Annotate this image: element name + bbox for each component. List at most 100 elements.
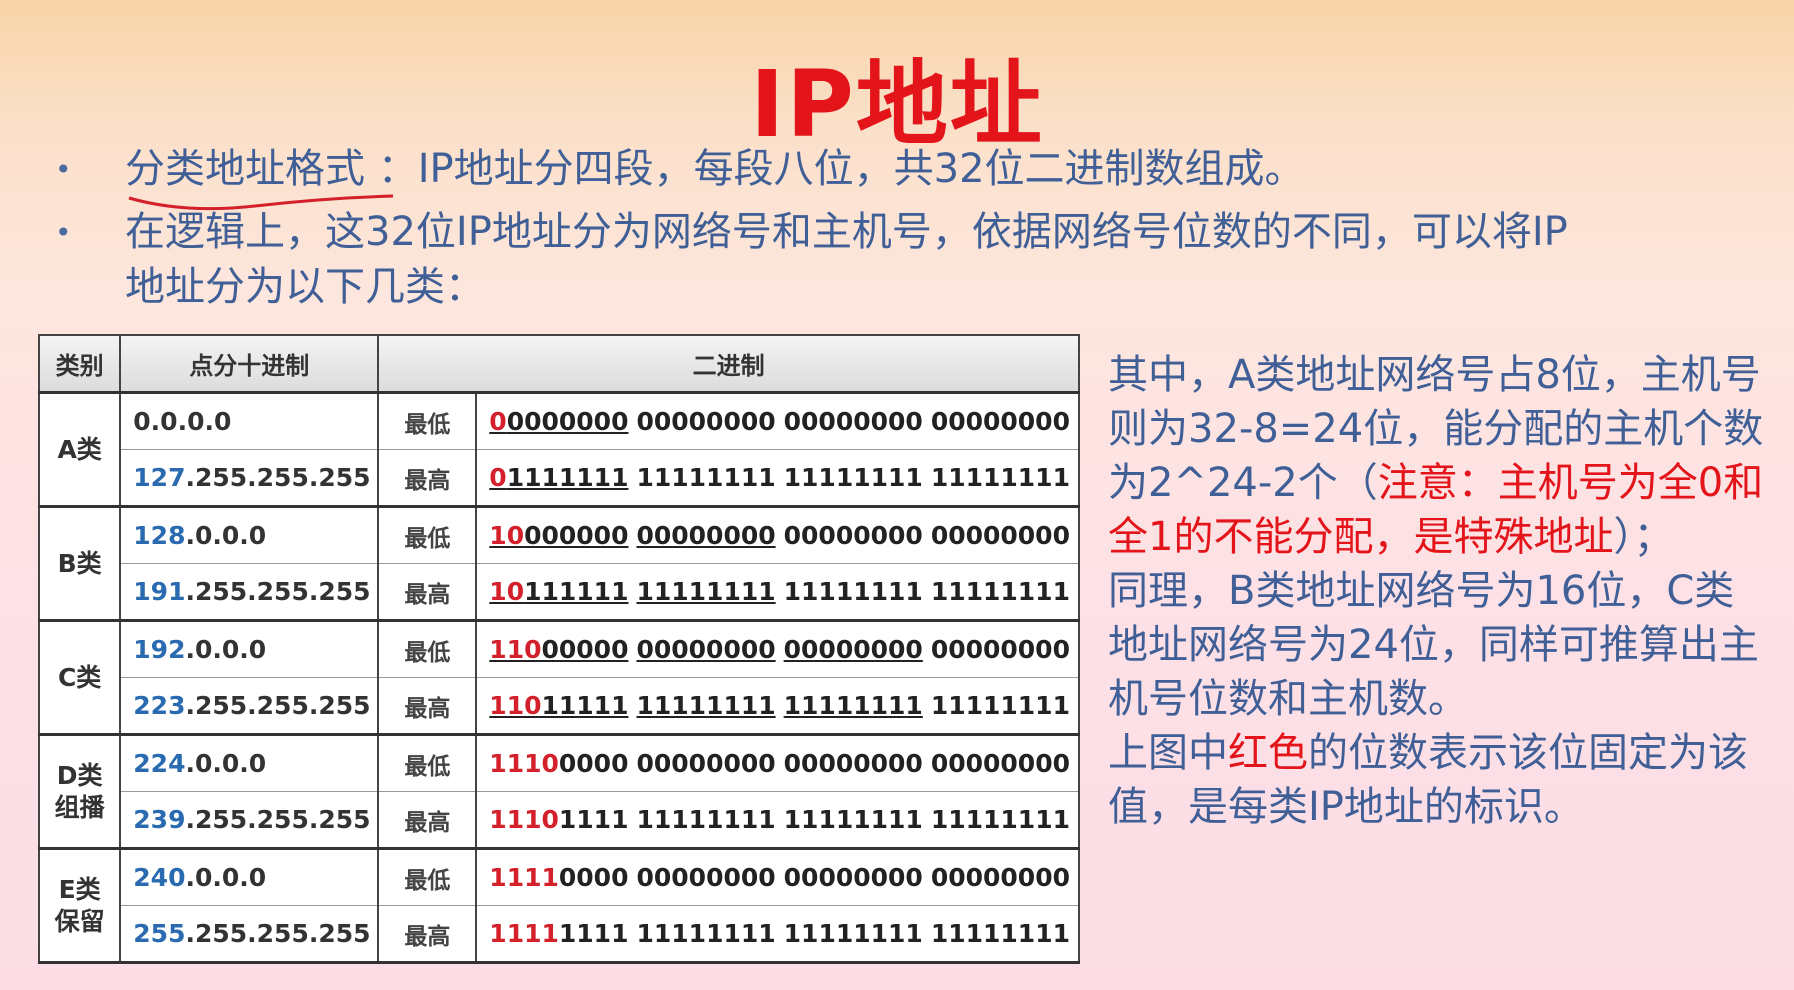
bullet-item-format: • 分类地址格式 ：IP地址分四段，每段八位，共32位二进制数组成。: [55, 142, 1755, 211]
class-label: C类: [37, 620, 122, 736]
dotted-decimal-cell: 240.0.0.0: [119, 848, 380, 906]
binary-octet: 00000000: [931, 863, 1070, 892]
binary-octet: 11011111: [489, 691, 628, 720]
table-body: A类 0.0.0.0 最低 00000000 00000000 00000000 00000…: [37, 392, 1080, 964]
range-bound-label: 最高: [377, 449, 478, 508]
binary-octet: 00000000: [931, 749, 1070, 778]
fixed-prefix-bits: 1110: [489, 749, 559, 778]
table-row: D类 组播 224.0.0.0 最低 11100000 00000000 00000000 0…: [37, 734, 1080, 850]
class-label: E类 保留: [37, 848, 122, 964]
class-label-text: 保留: [54, 906, 105, 936]
first-octet: 191: [133, 577, 186, 606]
variable-bits: 00000000: [783, 521, 923, 550]
binary-octet: 00000000: [931, 635, 1070, 664]
binary-cell: 11111111 11111111 11111111 11111111: [475, 905, 1080, 964]
binary-octet: 00000000: [636, 407, 775, 436]
explanation-paragraph-3: 上图中红色的位数表示该位固定为该值，是每类IP地址的标识。: [1108, 726, 1768, 834]
dotted-decimal-cell: 255.255.255.255: [119, 905, 380, 964]
explanation-paragraph-1: 其中，A类地址网络号占8位，主机号则为32-8=24位，能分配的主机个数为2^2…: [1108, 348, 1768, 564]
range-bound-label: 最低: [377, 392, 478, 450]
binary-octet: 11111111: [489, 919, 628, 948]
dotted-decimal-cell: 192.0.0.0: [119, 620, 380, 678]
fixed-prefix-bits: 110: [489, 691, 542, 720]
remaining-octets: .255.255.255: [185, 691, 371, 720]
variable-bits: 11111111: [930, 691, 1070, 720]
variable-bits: 11111111: [783, 691, 923, 720]
explanation-text: 同理，B类地址网络号为16位，C类地址网络号为24位，同样可推算出主机号位数和主…: [1108, 568, 1759, 722]
class-label: B类: [37, 506, 122, 622]
table-row: A类 0.0.0.0 最低 00000000 00000000 00000000 00000…: [37, 392, 1080, 508]
remaining-octets: .0.0.0: [185, 749, 267, 778]
variable-bits: 00000000: [930, 749, 1070, 778]
first-octet: 223: [133, 691, 186, 720]
table-row: 239.255.255.255 最高 11101111 11111111 1111111…: [39, 791, 1080, 850]
variable-bits: 11111111: [636, 691, 776, 720]
variable-bits: 00000000: [930, 521, 1070, 550]
table-row: B类 128.0.0.0 最低 10000000 00000000 00000000 000…: [37, 506, 1080, 622]
remaining-octets: .0.0.0: [185, 635, 267, 664]
range-bound-label: 最高: [377, 791, 478, 850]
range-bound-label: 最高: [377, 677, 478, 736]
binary-octet: 11111111: [784, 805, 923, 834]
binary-octet: 11000000: [489, 635, 628, 664]
remaining-octets: .0.0.0: [185, 863, 267, 892]
class-label: D类 组播: [37, 734, 122, 850]
variable-bits: 00000000: [930, 407, 1070, 436]
variable-bits: 11111111: [930, 577, 1070, 606]
bullet-list: • 分类地址格式 ：IP地址分四段，每段八位，共32位二进制数组成。 • 在逻辑…: [55, 142, 1755, 323]
table-row: 191.255.255.255 最高 10111111 11111111 1111111…: [39, 563, 1080, 622]
binary-cell: 10111111 11111111 11111111 11111111: [475, 563, 1080, 622]
binary-cell: 00000000 00000000 00000000 00000000: [475, 392, 1080, 450]
header-dotted-decimal: 点分十进制: [119, 334, 380, 394]
binary-octet: 00000000: [636, 635, 775, 664]
dotted-decimal-cell: 128.0.0.0: [119, 506, 380, 564]
variable-bits: 0000: [558, 863, 629, 892]
binary-cell: 11110000 00000000 00000000 00000000: [475, 848, 1080, 906]
format-term: 分类地址格式: [125, 146, 394, 211]
binary-cell: 10000000 00000000 00000000 00000000: [475, 506, 1080, 564]
fixed-prefix-bits: 0: [489, 407, 507, 436]
table-row: 255.255.255.255 最高 11111111 11111111 1111111…: [39, 905, 1080, 964]
binary-octet: 10000000: [489, 521, 628, 550]
class-label-text: B类: [57, 548, 102, 578]
binary-octet: 00000000: [931, 521, 1070, 550]
binary-cell: 11000000 00000000 00000000 00000000: [475, 620, 1080, 678]
variable-bits: 00000000: [930, 635, 1070, 664]
table-row: 127.255.255.255 最高 01111111 11111111 1111111…: [39, 449, 1080, 508]
binary-cell: 11011111 11111111 11111111 11111111: [475, 677, 1080, 736]
first-octet: 255: [133, 919, 186, 948]
variable-bits: 11111111: [636, 577, 776, 606]
variable-bits: 00000000: [636, 749, 776, 778]
remaining-octets: .0.0.0: [185, 521, 267, 550]
range-bound-label: 最低: [377, 848, 478, 906]
header-binary: 二进制: [377, 334, 1080, 394]
binary-octet: 11111111: [636, 691, 775, 720]
variable-bits: 00000000: [636, 863, 776, 892]
header-class: 类别: [37, 334, 122, 394]
binary-octet: 00000000: [784, 521, 923, 550]
binary-cell: 11101111 11111111 11111111 11111111: [475, 791, 1080, 850]
binary-octet: 11111111: [931, 463, 1070, 492]
remaining-octets: .255.255.255: [185, 919, 371, 948]
variable-bits: 00000000: [783, 863, 923, 892]
binary-octet: 11111111: [784, 463, 923, 492]
explanation-text-red: 红色: [1228, 730, 1308, 776]
fixed-prefix-bits: 1111: [489, 919, 559, 948]
variable-bits: 11111111: [636, 919, 776, 948]
range-bound-label: 最低: [377, 620, 478, 678]
table-row: C类 192.0.0.0 最低 11000000 00000000 00000000 000…: [37, 620, 1080, 736]
fixed-prefix-bits: 10: [489, 521, 525, 550]
variable-bits: 1111: [558, 919, 629, 948]
binary-octet: 11110000: [489, 863, 628, 892]
bullet-dot-icon: •: [55, 216, 72, 249]
explanation-text: ）；: [1613, 514, 1674, 560]
binary-octet: 00000000: [784, 635, 923, 664]
class-label-text: C类: [57, 662, 102, 692]
range-bound-label: 最低: [377, 506, 478, 564]
variable-bits: 0000: [558, 749, 629, 778]
binary-octet: 11111111: [931, 577, 1070, 606]
fixed-prefix-bits: 1110: [489, 805, 559, 834]
dotted-decimal-cell: 127.255.255.255: [119, 449, 380, 508]
binary-octet: 01111111: [489, 463, 628, 492]
remaining-octets: 0.0.0.0: [133, 407, 232, 436]
